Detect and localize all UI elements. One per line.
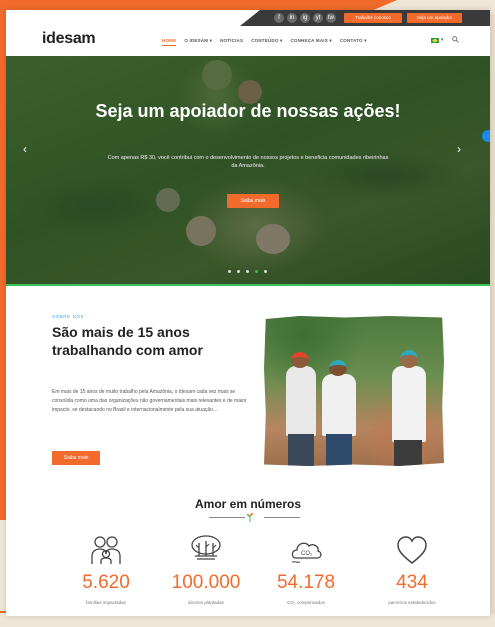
slider-dots (228, 270, 267, 273)
facebook-icon[interactable]: f (274, 13, 284, 23)
about-text: Em mais de 15 anos de muito trabalho pel… (52, 389, 247, 413)
nav-item-conheca-mais[interactable]: CONHEÇA MAIS ▾ (290, 38, 331, 46)
numbers-title: Amor em números (194, 497, 302, 511)
social-links: f in ig yt tw (274, 13, 336, 23)
about-learn-more-button[interactable]: Saiba mais (52, 451, 100, 465)
heart-icon (397, 536, 427, 564)
about-title: São mais de 15 anos trabalhando com amor (52, 324, 203, 358)
stat-label: parceiros estabelecidos (388, 600, 436, 605)
language-dropdown-caret[interactable]: ▾ (441, 37, 444, 43)
slider-dot[interactable] (228, 270, 231, 273)
photo-person (322, 374, 356, 436)
become-supporter-button[interactable]: Seja um apoiador (407, 13, 462, 23)
about-eyebrow: SOBRE NÓS (52, 314, 85, 319)
nav-item-home[interactable]: HOME (162, 38, 177, 46)
site-header: idesam HOME O IDESAM ▾ NOTÍCIAS CONTEÚDO… (6, 26, 490, 56)
title-divider-left (209, 517, 245, 518)
slider-prev-arrow-icon[interactable]: ‹ (23, 142, 27, 156)
title-divider-right (264, 517, 300, 518)
hero-subtitle: Com apenas R$ 30, você contribui com o d… (107, 155, 389, 169)
idesam-logo[interactable]: idesam (42, 30, 96, 48)
nav-item-noticias[interactable]: NOTÍCIAS (220, 38, 243, 46)
photo-person (286, 366, 316, 436)
slider-dot-active[interactable] (255, 270, 258, 273)
linkedin-icon[interactable]: in (287, 13, 297, 23)
hero-overlay (6, 56, 490, 284)
trees-icon (191, 535, 221, 560)
youtube-icon[interactable]: yt (313, 13, 323, 23)
co2-icon-text: CO₂ (301, 551, 313, 557)
main-nav: HOME O IDESAM ▾ NOTÍCIAS CONTEÚDO ▾ CONH… (162, 38, 367, 46)
stat-label: árvores plantadas (188, 600, 224, 605)
co2-cloud-icon: CO₂ (291, 542, 322, 563)
slider-dot[interactable] (237, 270, 240, 273)
photo-person-legs (288, 434, 314, 466)
stat-label: CO₂ compensados (287, 600, 325, 605)
photo-person-head (400, 350, 418, 368)
hero-bottom-accent (6, 284, 490, 286)
photo-person-legs (326, 434, 352, 466)
photo-person (392, 366, 426, 442)
stat-value: 5.620 (82, 572, 130, 593)
work-with-us-button[interactable]: Trabalhe conosco (344, 13, 402, 23)
floating-widget-icon[interactable] (482, 130, 490, 142)
photo-person-head (291, 352, 309, 368)
stat-value: 434 (396, 572, 428, 593)
slider-next-arrow-icon[interactable]: › (457, 142, 461, 156)
stat-value: 100.000 (171, 572, 241, 593)
team-photo (264, 316, 444, 466)
stat-co2: CO₂ 54.178 CO₂ compensados (256, 534, 356, 605)
sprout-icon (247, 513, 253, 522)
instagram-icon[interactable]: ig (300, 13, 310, 23)
stat-value: 54.178 (276, 572, 336, 593)
hero-learn-more-button[interactable]: Saiba mais (227, 194, 279, 208)
photo-person-legs (394, 440, 422, 466)
nav-item-conteudo[interactable]: CONTEÚDO ▾ (251, 38, 282, 46)
hero-slider: Seja um apoiador de nossas ações! Com ap… (6, 56, 490, 284)
hero-title: Seja um apoiador de nossas ações! (95, 101, 401, 121)
twitter-icon[interactable]: tw (326, 13, 336, 23)
nav-item-o-idesam[interactable]: O IDESAM ▾ (184, 38, 212, 46)
slider-dot[interactable] (264, 270, 267, 273)
family-icon (91, 536, 121, 564)
utility-bar: f in ig yt tw Trabalhe conosco Seja um a… (6, 10, 490, 26)
nav-item-contato[interactable]: CONTATO ▾ (340, 38, 367, 46)
stat-families: 5.620 famílias impactadas (56, 534, 156, 605)
stat-partners: 434 parceiros estabelecidos (362, 534, 462, 605)
slider-dot[interactable] (246, 270, 249, 273)
photo-person-head (329, 360, 347, 376)
stat-trees: 100.000 árvores plantadas (156, 534, 256, 605)
website-page: f in ig yt tw Trabalhe conosco Seja um a… (6, 10, 490, 616)
search-icon[interactable] (452, 36, 459, 43)
stat-label: famílias impactadas (86, 600, 126, 605)
